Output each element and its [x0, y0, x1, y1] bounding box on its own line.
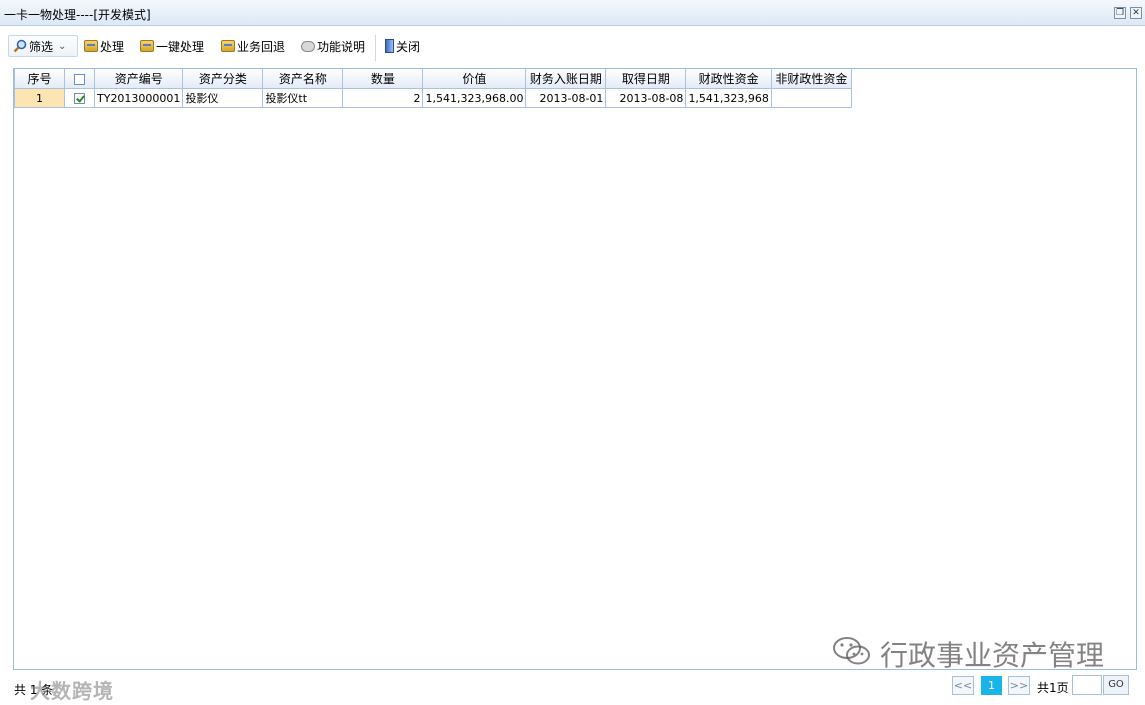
filter-button-label: 筛选 — [29, 39, 54, 54]
window-titlebar: 一卡一物处理----[开发模式] ❐ ✕ — [0, 0, 1145, 26]
speech-bubble-icon — [301, 40, 315, 52]
window-title: 一卡一物处理----[开发模式] — [4, 8, 151, 22]
process-button[interactable]: 处理 — [84, 35, 124, 57]
current-page-button[interactable]: 1 — [981, 676, 1002, 695]
select-all-checkbox[interactable] — [74, 73, 85, 85]
toolbar: 筛选 ⌄ 处理 一键处理 业务回退 功能说明 关闭 — [0, 27, 1145, 65]
column-header-seq[interactable]: 序号 — [14, 69, 65, 89]
category-cell: 投影仪 — [182, 88, 264, 108]
total-pages: 共1页 — [1037, 681, 1069, 695]
row-seq-cell: 1 — [14, 88, 65, 108]
column-header-value[interactable]: 价值 — [422, 69, 527, 89]
table-header-row: 序号 资产编号 资产分类 资产名称 数量 价值 财务入账日期 取得日期 财政性资… — [14, 69, 852, 89]
row-checkbox[interactable] — [74, 93, 85, 104]
asset-grid: 序号 资产编号 资产分类 资产名称 数量 价值 财务入账日期 取得日期 财政性资… — [13, 68, 1137, 670]
table-row[interactable]: 1 TY2013000001 投影仪 投影仪tt 2 1,541,323,968… — [14, 88, 852, 108]
help-button[interactable]: 功能说明 — [301, 35, 365, 57]
one-click-process-button[interactable]: 一键处理 — [140, 35, 204, 57]
status-bar: 共 1 条 大数跨境 << 1 >> 共1页 GO — [0, 672, 1145, 705]
restore-window-icon[interactable]: ❐ — [1114, 7, 1126, 19]
watermark-left: 大数跨境 — [30, 679, 114, 703]
close-button-label: 关闭 — [396, 39, 421, 54]
fiscal-cell: 1,541,323,968 — [685, 88, 772, 108]
next-page-button[interactable]: >> — [1008, 676, 1030, 695]
database-icon — [84, 40, 98, 52]
watermark-right: 行政事业资产管理 — [832, 634, 1104, 674]
column-header-nonfiscal[interactable]: 非财政性资金 — [770, 69, 852, 89]
column-header-entry-date[interactable]: 财务入账日期 — [525, 69, 607, 89]
database-icon — [140, 40, 154, 52]
column-header-acquire-date[interactable]: 取得日期 — [605, 69, 687, 89]
search-icon — [13, 39, 27, 53]
nonfiscal-cell — [770, 88, 852, 108]
one-click-process-label: 一键处理 — [156, 39, 205, 54]
wechat-icon — [832, 635, 872, 674]
asset-table: 序号 资产编号 资产分类 资产名称 数量 价值 财务入账日期 取得日期 财政性资… — [14, 69, 852, 108]
chevron-down-icon: ⌄ — [58, 40, 67, 52]
close-button[interactable]: 关闭 — [385, 35, 420, 57]
acquire-date-cell: 2013-08-08 — [605, 88, 687, 108]
asset-no-cell: TY2013000001 — [93, 88, 184, 108]
row-select-cell[interactable] — [64, 88, 95, 108]
column-header-category[interactable]: 资产分类 — [182, 69, 264, 89]
business-rollback-button[interactable]: 业务回退 — [221, 35, 285, 57]
qty-cell: 2 — [342, 88, 424, 108]
door-exit-icon — [385, 39, 394, 53]
column-header-name[interactable]: 资产名称 — [262, 69, 344, 89]
toolbar-separator — [375, 35, 376, 61]
filter-button[interactable]: 筛选 ⌄ — [8, 35, 78, 57]
help-button-label: 功能说明 — [317, 39, 366, 54]
column-header-select-all[interactable] — [64, 69, 95, 89]
prev-page-button[interactable]: << — [952, 676, 974, 695]
database-icon — [221, 40, 235, 52]
page-number-input[interactable] — [1072, 675, 1102, 695]
process-button-label: 处理 — [100, 39, 125, 54]
close-window-icon[interactable]: ✕ — [1130, 7, 1142, 19]
watermark-right-text: 行政事业资产管理 — [880, 639, 1105, 672]
business-rollback-label: 业务回退 — [237, 39, 286, 54]
name-cell: 投影仪tt — [262, 88, 344, 108]
value-cell: 1,541,323,968.00 — [422, 88, 527, 108]
column-header-asset-no[interactable]: 资产编号 — [93, 69, 184, 89]
entry-date-cell: 2013-08-01 — [525, 88, 607, 108]
column-header-qty[interactable]: 数量 — [342, 69, 424, 89]
column-header-fiscal[interactable]: 财政性资金 — [685, 69, 772, 89]
go-button[interactable]: GO — [1103, 675, 1129, 695]
